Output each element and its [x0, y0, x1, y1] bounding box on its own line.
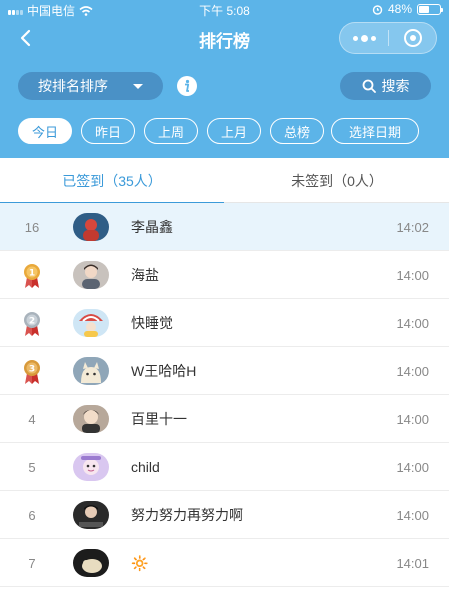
battery-percent: 48% — [387, 2, 412, 16]
sort-dropdown[interactable]: 按排名排序 — [18, 72, 163, 100]
checkin-time: 14:00 — [396, 267, 429, 283]
checkin-time: 14:00 — [396, 315, 429, 331]
checkin-tabs: 已签到（35人） 未签到（0人） — [0, 158, 449, 204]
nav-bar: 排行榜 — [0, 18, 449, 58]
rank-number: 4 — [28, 411, 36, 427]
tab-checked-in-label: 已签到（35人） — [62, 172, 162, 189]
sort-label: 按排名排序 — [38, 78, 108, 94]
rank-number: 16 — [24, 219, 40, 235]
caret-down-icon — [133, 84, 143, 89]
search-label: 搜索 — [381, 78, 410, 94]
filter-chip-all-time[interactable]: 总榜 — [270, 118, 324, 144]
filter-chip-yesterday[interactable]: 昨日 — [81, 118, 135, 144]
user-name: 百里十一 — [131, 411, 187, 427]
checkin-time: 14:00 — [396, 459, 429, 475]
list-item[interactable]: 16 李晶鑫 14:02 — [0, 203, 449, 251]
alarm-icon — [372, 4, 383, 15]
checkin-time: 14:00 — [396, 363, 429, 379]
avatar — [73, 549, 109, 577]
svg-text:3: 3 — [29, 365, 35, 375]
avatar — [73, 453, 109, 481]
checkin-time: 14:02 — [396, 219, 429, 235]
user-name: 李晶鑫 — [131, 219, 173, 235]
rank-number: 7 — [28, 555, 36, 571]
checkin-time: 14:00 — [396, 507, 429, 523]
list-item[interactable]: 3 W王哈哈H 14:00 — [0, 347, 449, 395]
user-name: 努力努力再努力啊 — [131, 507, 243, 523]
filter-chip-last-month[interactable]: 上月 — [207, 118, 261, 144]
status-bar: 中国电信 下午 5:08 48% — [0, 0, 449, 18]
more-button[interactable] — [340, 23, 388, 53]
user-name: child — [131, 459, 160, 475]
checkin-time: 14:00 — [396, 411, 429, 427]
silver-medal-icon: 2 — [24, 312, 40, 336]
target-icon — [404, 29, 422, 47]
info-button[interactable] — [176, 75, 198, 97]
svg-text:2: 2 — [29, 317, 35, 327]
leaderboard-list: 16 李晶鑫 14:02 1 海盐 14:00 2 快睡觉 14:00 3 W王… — [0, 203, 449, 587]
avatar — [73, 309, 109, 337]
tab-checked-in[interactable]: 已签到（35人） — [0, 158, 224, 204]
list-item[interactable]: 7 🔆 14:01 — [0, 539, 449, 587]
miniprogram-capsule — [339, 22, 437, 54]
avatar — [73, 405, 109, 433]
avatar — [73, 357, 109, 385]
list-item[interactable]: 2 快睡觉 14:00 — [0, 299, 449, 347]
gold-medal-icon: 1 — [24, 264, 40, 288]
list-item[interactable]: 4 百里十一 14:00 — [0, 395, 449, 443]
bronze-medal-icon: 3 — [24, 360, 40, 384]
tab-not-checked-in[interactable]: 未签到（0人） — [225, 158, 449, 203]
header: 中国电信 下午 5:08 48% 排行榜 按排名排序 搜索 今日 昨日 上周 上… — [0, 0, 449, 158]
search-icon — [362, 79, 376, 93]
user-name: 海盐 — [131, 267, 159, 283]
avatar — [73, 261, 109, 289]
list-item[interactable]: 5 child 14:00 — [0, 443, 449, 491]
list-item[interactable]: 6 努力努力再努力啊 14:00 — [0, 491, 449, 539]
avatar — [73, 213, 109, 241]
rank-number: 6 — [28, 507, 36, 523]
svg-text:1: 1 — [29, 269, 35, 279]
rank-number: 5 — [28, 459, 36, 475]
list-item[interactable]: 1 海盐 14:00 — [0, 251, 449, 299]
close-button[interactable] — [389, 23, 437, 53]
filter-chip-today[interactable]: 今日 — [18, 118, 72, 144]
filter-chip-last-week[interactable]: 上周 — [144, 118, 198, 144]
avatar — [73, 501, 109, 529]
info-icon — [177, 76, 197, 96]
filter-chip-select-date[interactable]: 选择日期 — [331, 118, 419, 144]
tab-not-checked-in-label: 未签到（0人） — [291, 172, 383, 189]
user-name: 🔆 — [131, 554, 149, 571]
battery-icon — [417, 3, 443, 15]
user-name: W王哈哈H — [131, 363, 197, 379]
checkin-time: 14:01 — [396, 555, 429, 571]
user-name: 快睡觉 — [131, 315, 173, 331]
search-button[interactable]: 搜索 — [340, 72, 431, 100]
